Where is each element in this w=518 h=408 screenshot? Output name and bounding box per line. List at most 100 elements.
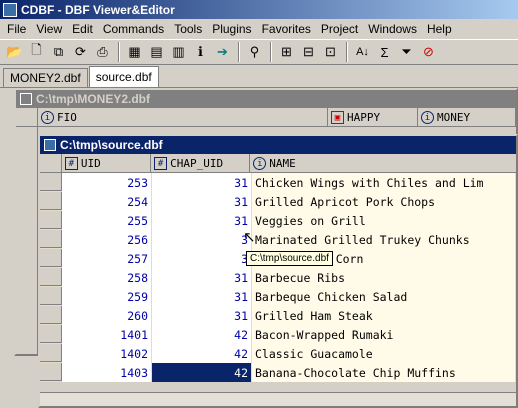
cell-name[interactable]: Grilled Ham Steak — [252, 306, 516, 325]
menu-help[interactable]: Help — [422, 22, 457, 36]
cell-name[interactable]: Veggies on Grill — [252, 211, 516, 230]
binoculars-icon[interactable]: ⚲ — [244, 42, 265, 63]
table-row[interactable]: 255 31 Veggies on Grill — [40, 211, 516, 230]
cell-uid[interactable]: 1402 — [62, 344, 152, 363]
cell-uid[interactable]: 253 — [62, 173, 152, 192]
horizontal-scrollbar[interactable] — [40, 392, 516, 406]
row-indicator[interactable] — [40, 287, 62, 305]
row-indicator[interactable] — [40, 344, 62, 362]
cell-chap-uid[interactable]: 31 — [152, 287, 252, 306]
cell-uid[interactable]: 1401 — [62, 325, 152, 344]
cell-uid[interactable]: 258 — [62, 268, 152, 287]
cell-uid[interactable]: 256 — [62, 230, 152, 249]
menu-plugins[interactable]: Plugins — [207, 22, 256, 36]
cell-name[interactable]: Barbeque Chicken Salad — [252, 287, 516, 306]
mouse-cursor-icon: ↖ — [243, 229, 256, 246]
row-indicator[interactable] — [40, 306, 62, 324]
menu-view[interactable]: View — [31, 22, 67, 36]
row-indicator[interactable] — [40, 325, 62, 343]
tab-source[interactable]: source.dbf — [88, 66, 159, 87]
table-row[interactable]: 253 31 Chicken Wings with Chiles and Lim — [40, 173, 516, 192]
cell-chap-uid[interactable]: 31 — [152, 211, 252, 230]
cell-name[interactable]: Banana-Chocolate Chip Muffins — [252, 363, 516, 382]
tab-money2[interactable]: MONEY2.dbf — [3, 68, 88, 87]
row-indicator[interactable] — [40, 363, 62, 381]
cell-chap-uid[interactable]: 42 — [152, 344, 252, 363]
cell-uid[interactable]: 1403 — [62, 363, 152, 382]
menu-project[interactable]: Project — [316, 22, 363, 36]
cell-chap-uid[interactable]: 3 — [152, 230, 252, 249]
cell-name[interactable]: Chicken Wings with Chiles and Lim — [252, 173, 516, 192]
table-row[interactable]: 258 31 Barbecue Ribs — [40, 268, 516, 287]
menu-favorites[interactable]: Favorites — [257, 22, 316, 36]
document-tabs: MONEY2.dbf source.dbf — [0, 66, 518, 88]
print-icon[interactable]: ⎙ — [92, 42, 113, 63]
sum-icon[interactable]: Σ — [374, 42, 395, 63]
column-header-happy[interactable]: ▣ HAPPY — [328, 108, 418, 127]
column-header-money[interactable]: i MONEY — [418, 108, 516, 127]
menu-file[interactable]: File — [2, 22, 31, 36]
table-row[interactable]: 254 31 Grilled Apricot Pork Chops — [40, 192, 516, 211]
cell-uid[interactable]: 254 — [62, 192, 152, 211]
cell-chap-uid[interactable]: 31 — [152, 192, 252, 211]
menu-windows[interactable]: Windows — [363, 22, 422, 36]
no-filter-icon[interactable]: ⊘ — [418, 42, 439, 63]
cell-chap-uid[interactable]: 42 — [152, 325, 252, 344]
new-file-icon[interactable]: 🗋 — [26, 42, 47, 63]
row-indicator[interactable] — [40, 249, 62, 267]
copy-icon[interactable]: ⧉ — [48, 42, 69, 63]
cell-uid[interactable]: 260 — [62, 306, 152, 325]
cell-uid[interactable]: 259 — [62, 287, 152, 306]
add-record-icon[interactable]: ⊞ — [276, 42, 297, 63]
table-row[interactable]: 1403 42 Banana-Chocolate Chip Muffins — [40, 363, 516, 382]
money2-header: i FIO ▣ HAPPY i MONEY — [16, 108, 516, 127]
info-icon[interactable]: ℹ — [190, 42, 211, 63]
column-header-name[interactable]: i NAME — [250, 154, 516, 173]
row-indicator[interactable] — [40, 268, 62, 286]
grid-icon[interactable]: ▦ — [124, 42, 145, 63]
open-folder-icon[interactable]: 📂 — [4, 42, 25, 63]
row-indicator[interactable] — [40, 192, 62, 210]
cell-chap-uid[interactable]: 31 — [152, 173, 252, 192]
form-icon[interactable]: ▤ — [146, 42, 167, 63]
source-window-titlebar[interactable]: C:\tmp\source.dbf — [40, 136, 516, 154]
cell-chap-uid[interactable]: 31 — [152, 268, 252, 287]
row-indicator[interactable] — [40, 230, 62, 248]
row-indicator[interactable] — [40, 211, 62, 229]
menu-edit[interactable]: Edit — [67, 22, 98, 36]
cell-chap-uid-selected[interactable]: 42 — [152, 363, 252, 382]
table-row[interactable]: 1401 42 Bacon-Wrapped Rumaki — [40, 325, 516, 344]
toolbar: 📂 🗋 ⧉ ⟳ ⎙ ▦ ▤ ▥ ℹ ➔ ⚲ ⊞ ⊟ ⊡ A↓ Σ ⏷ ⊘ — [0, 39, 518, 65]
table-icon[interactable]: ▥ — [168, 42, 189, 63]
table-row[interactable]: 1402 42 Classic Guacamole — [40, 344, 516, 363]
column-header-chap-uid[interactable]: # CHAP_UID — [151, 154, 251, 173]
column-header-fio[interactable]: i FIO — [38, 108, 328, 127]
sort-az-icon[interactable]: A↓ — [352, 42, 373, 63]
cell-uid[interactable]: 255 — [62, 211, 152, 230]
index-icon[interactable]: ⊟ — [298, 42, 319, 63]
cell-name[interactable]: Bacon-Wrapped Rumaki — [252, 325, 516, 344]
text-field-icon: i — [41, 111, 54, 124]
cell-chap-uid[interactable]: 3 — [152, 249, 252, 268]
column-header-uid[interactable]: # UID — [62, 154, 152, 173]
index2-icon[interactable]: ⊡ — [320, 42, 341, 63]
filter-icon[interactable]: ⏷ — [396, 42, 417, 63]
row-indicator[interactable] — [40, 173, 62, 191]
menu-tools[interactable]: Tools — [169, 22, 207, 36]
cell-name[interactable]: Classic Guacamole — [252, 344, 516, 363]
app-icon — [3, 2, 17, 17]
cell-name[interactable]: Barbecue Ribs — [252, 268, 516, 287]
cell-uid[interactable]: 257 — [62, 249, 152, 268]
table-row[interactable]: 259 31 Barbeque Chicken Salad — [40, 287, 516, 306]
refresh-icon[interactable]: ⟳ — [70, 42, 91, 63]
table-row[interactable]: 256 3 Marinated Grilled Trukey Chunks — [40, 230, 516, 249]
arrow-right-icon[interactable]: ➔ — [212, 42, 233, 63]
cell-name[interactable]: Grilled Apricot Pork Chops — [252, 192, 516, 211]
cell-name[interactable]: Marinated Grilled Trukey Chunks — [252, 230, 516, 249]
table-row[interactable]: 260 31 Grilled Ham Steak — [40, 306, 516, 325]
menu-commands[interactable]: Commands — [98, 22, 169, 36]
money2-window-titlebar[interactable]: C:\tmp\MONEY2.dbf — [16, 90, 516, 108]
cell-chap-uid[interactable]: 31 — [152, 306, 252, 325]
row-indicator-header — [40, 154, 62, 173]
source-rows: 253 31 Chicken Wings with Chiles and Lim 2… — [40, 173, 516, 382]
